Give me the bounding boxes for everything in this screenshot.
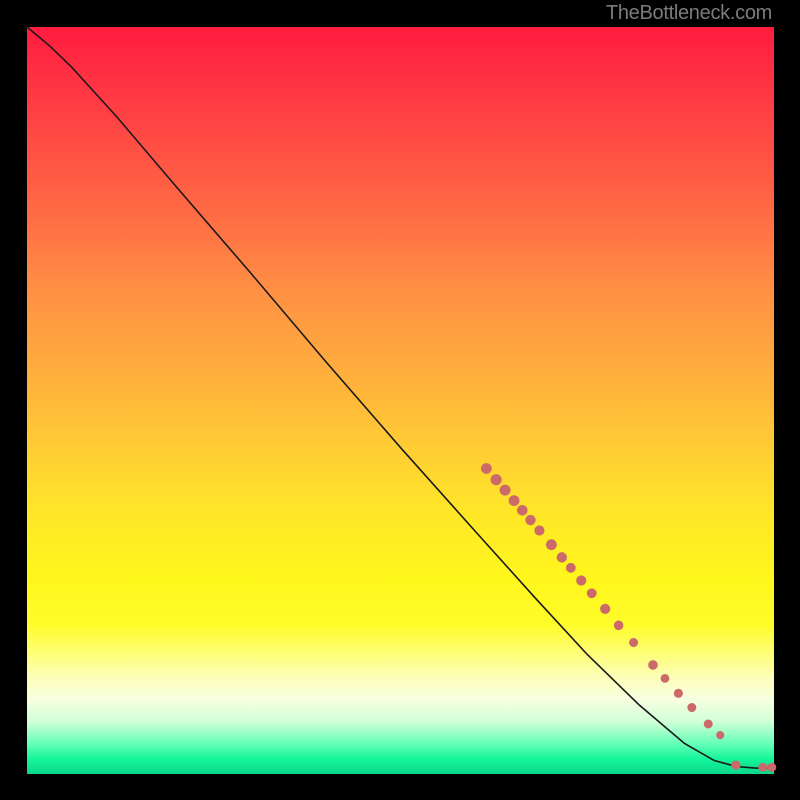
chart-dot [759, 763, 767, 771]
chart-dot [500, 485, 510, 495]
chart-frame: TheBottleneck.com [0, 0, 800, 800]
chart-dot [517, 506, 527, 516]
chart-dot [587, 589, 596, 598]
chart-line [27, 27, 774, 768]
chart-dot [732, 761, 740, 769]
chart-dot [630, 639, 638, 647]
chart-dot [526, 515, 535, 524]
chart-dot [577, 576, 586, 585]
chart-dot [557, 553, 566, 562]
chart-dot [482, 464, 492, 474]
chart-dot [649, 661, 658, 670]
chart-dot [535, 526, 544, 535]
chart-dot [566, 563, 575, 572]
chart-dot [717, 732, 724, 739]
chart-dot [546, 540, 556, 550]
chart-svg [27, 27, 774, 774]
watermark-text: TheBottleneck.com [606, 2, 772, 25]
chart-dot [491, 475, 501, 485]
chart-dots-group [482, 464, 776, 772]
chart-dot [674, 689, 682, 697]
chart-dot [704, 720, 712, 728]
chart-dot [661, 674, 669, 682]
chart-dot [614, 621, 623, 630]
plot-area [27, 27, 774, 774]
chart-dot [509, 496, 519, 506]
chart-dot [688, 704, 696, 712]
chart-dot [768, 763, 776, 771]
chart-dot [601, 604, 610, 613]
